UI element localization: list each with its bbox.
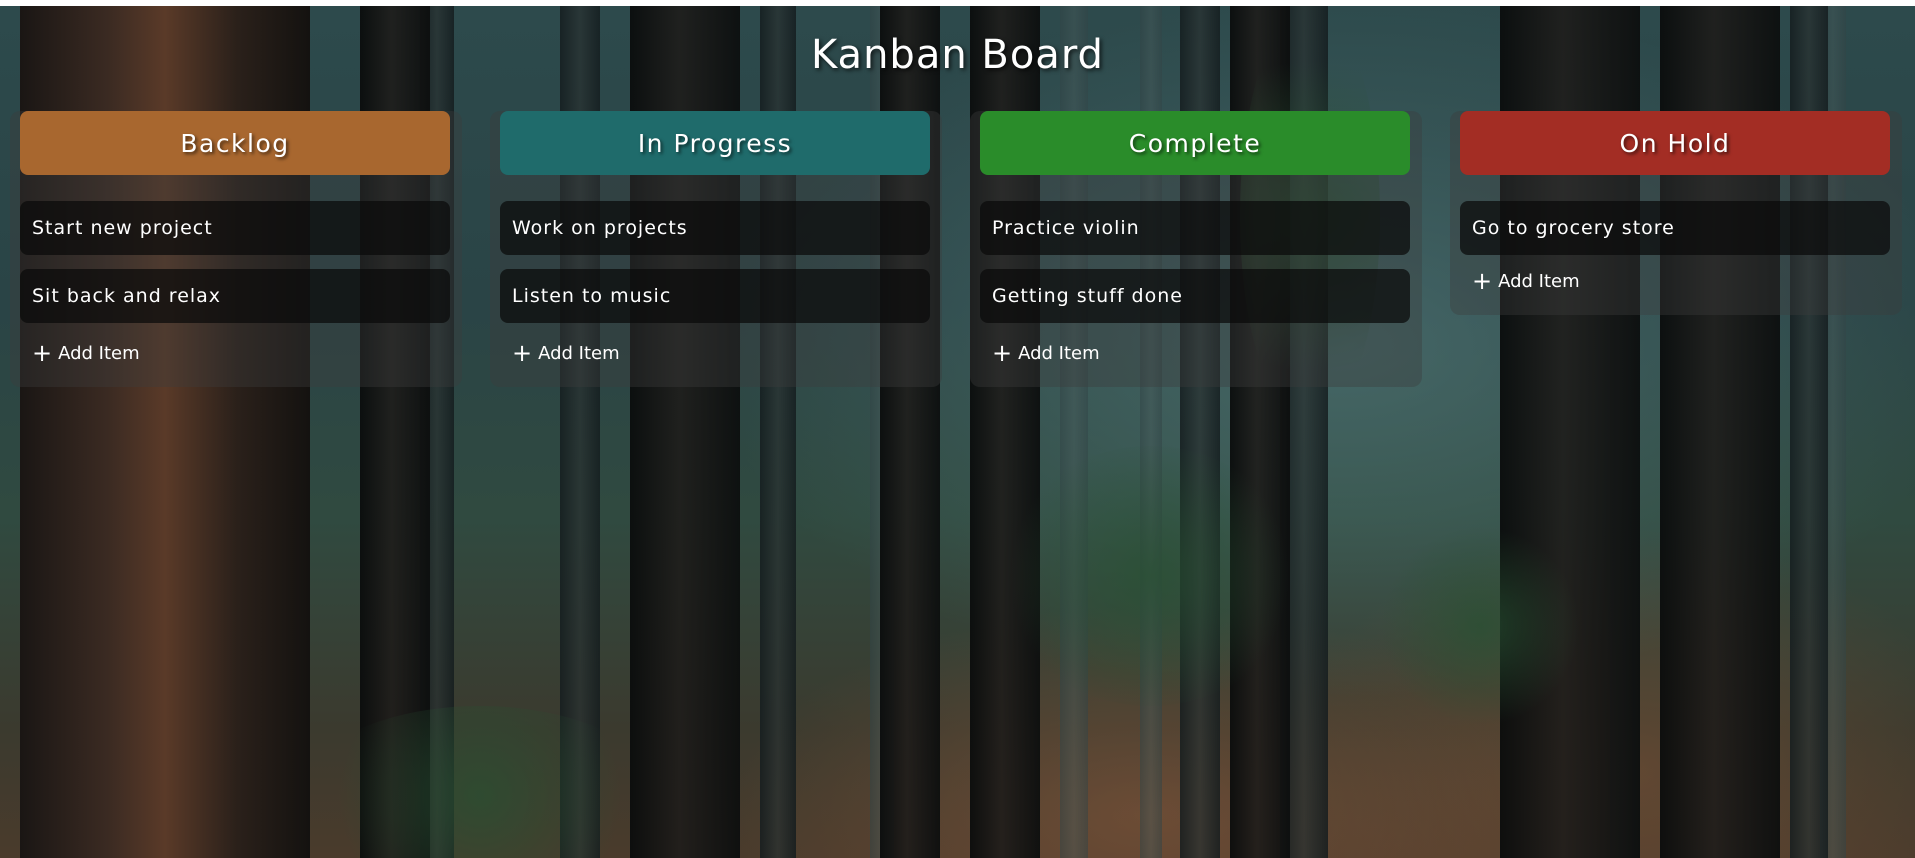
add-item-button-backlog[interactable]: + Add Item (32, 341, 462, 387)
column-backlog: Backlog Start new project Sit back and r… (10, 111, 462, 387)
board-title: Kanban Board (811, 32, 1104, 78)
column-header-complete: Complete (980, 111, 1410, 175)
column-header-in-progress: In Progress (500, 111, 930, 175)
foliage (1380, 526, 1580, 726)
column-complete: Complete Practice violin Getting stuff d… (970, 111, 1422, 387)
list-item[interactable]: Sit back and relax (20, 269, 450, 323)
add-item-button-on-hold[interactable]: + Add Item (1472, 269, 1902, 315)
list-item[interactable]: Listen to music (500, 269, 930, 323)
plus-icon: + (992, 339, 1013, 367)
plus-icon: + (512, 339, 533, 367)
item-list-backlog: Start new project Sit back and relax (20, 201, 462, 323)
list-item[interactable]: Go to grocery store (1460, 201, 1890, 255)
add-item-label: Add Item (538, 342, 620, 364)
list-item[interactable]: Practice violin (980, 201, 1410, 255)
column-on-hold: On Hold Go to grocery store + Add Item (1450, 111, 1902, 315)
foliage (1000, 446, 1300, 706)
list-item[interactable]: Work on projects (500, 201, 930, 255)
add-item-button-complete[interactable]: + Add Item (992, 341, 1422, 387)
kanban-app: Kanban Board Backlog Start new project S… (0, 6, 1915, 858)
foliage (300, 706, 660, 858)
column-in-progress: In Progress Work on projects Listen to m… (490, 111, 942, 387)
add-item-label: Add Item (58, 342, 140, 364)
column-header-on-hold: On Hold (1460, 111, 1890, 175)
column-header-backlog: Backlog (20, 111, 450, 175)
item-list-on-hold: Go to grocery store (1460, 201, 1902, 255)
add-item-label: Add Item (1018, 342, 1100, 364)
item-list-in-progress: Work on projects Listen to music (500, 201, 942, 323)
plus-icon: + (32, 339, 53, 367)
add-item-button-in-progress[interactable]: + Add Item (512, 341, 942, 387)
plus-icon: + (1472, 267, 1493, 295)
add-item-label: Add Item (1498, 270, 1580, 292)
list-item[interactable]: Getting stuff done (980, 269, 1410, 323)
item-list-complete: Practice violin Getting stuff done (980, 201, 1422, 323)
list-item[interactable]: Start new project (20, 201, 450, 255)
